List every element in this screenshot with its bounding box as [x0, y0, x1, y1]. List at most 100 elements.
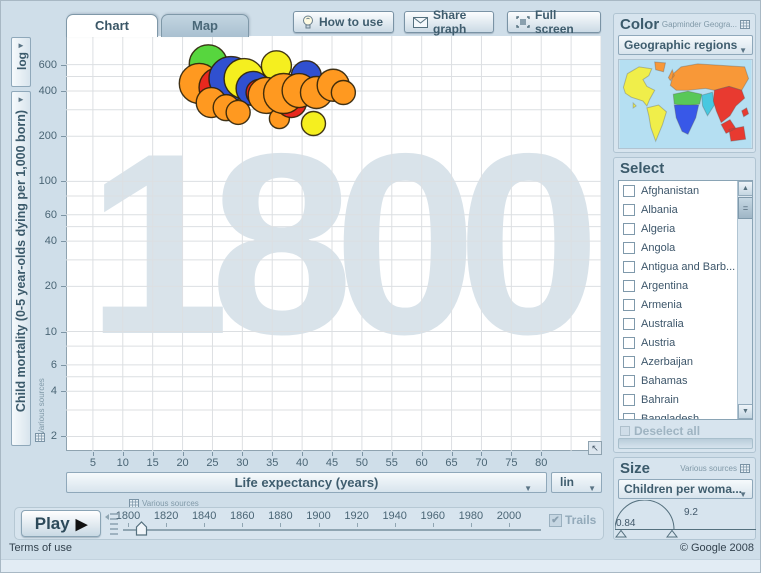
timeline-year-tick: [395, 523, 396, 527]
country-bubble[interactable]: [301, 112, 325, 136]
x-tick-mark: [511, 452, 512, 456]
map-north-africa-mideast: [673, 91, 701, 106]
x-tick-label: 70: [466, 457, 496, 469]
data-grid-icon[interactable]: [740, 20, 750, 29]
country-list-item[interactable]: Afghanistan: [619, 181, 752, 200]
x-tick-mark: [302, 452, 303, 456]
country-list-item[interactable]: Austria: [619, 333, 752, 352]
country-list-item[interactable]: Australia: [619, 314, 752, 333]
y-scale-dropdown[interactable]: ► log: [11, 37, 31, 87]
y-tick-label: 20: [31, 280, 57, 292]
bubble-chart[interactable]: [66, 36, 601, 451]
x-scale-dropdown[interactable]: lin ▼: [551, 472, 602, 493]
data-grid-icon[interactable]: [740, 464, 750, 473]
opacity-slider[interactable]: [618, 438, 753, 449]
timeline-thumb[interactable]: [135, 521, 148, 536]
country-checkbox[interactable]: [623, 356, 635, 368]
timeline-year-label[interactable]: 1980: [453, 510, 489, 522]
world-map-legend[interactable]: [618, 59, 753, 149]
x-tick-label: 15: [138, 457, 168, 469]
country-list[interactable]: AfghanistanAlbania Algeria AngolaAntigua a…: [618, 180, 753, 420]
country-list-item[interactable]: Antigua and Barb...: [619, 257, 752, 276]
country-list-item[interactable]: Bangladesh: [619, 409, 752, 420]
y-tick-mark: [61, 365, 66, 366]
timeline-year-label[interactable]: 2000: [491, 510, 527, 522]
scroll-up-icon[interactable]: ▲: [738, 181, 753, 196]
country-checkbox[interactable]: [623, 185, 635, 197]
y-tick-mark: [61, 436, 66, 437]
y-axis-indicator-dropdown[interactable]: ► Child mortality (0-5 year-olds dying p…: [11, 91, 31, 446]
country-list-scrollbar[interactable]: ▲ = ▼: [737, 181, 752, 419]
timeline-year-label[interactable]: 1840: [186, 510, 222, 522]
x-tick-mark: [541, 452, 542, 456]
country-checkbox[interactable]: [623, 337, 635, 349]
timeline-year-label[interactable]: 1960: [415, 510, 451, 522]
country-checkbox[interactable]: [623, 299, 635, 311]
size-indicator-dropdown[interactable]: Children per woma... ▼: [618, 479, 753, 499]
reset-zoom-icon[interactable]: ↖: [588, 441, 602, 455]
country-checkbox[interactable]: [623, 375, 635, 387]
tab-chart-label: Chart: [95, 18, 129, 33]
country-list-item[interactable]: Bahamas: [619, 371, 752, 390]
country-list-item[interactable]: Azerbaijan: [619, 352, 752, 371]
timeline-year-label[interactable]: 1820: [148, 510, 184, 522]
country-bubble[interactable]: [226, 100, 250, 124]
x-axis-indicator-dropdown[interactable]: Life expectancy (years) ▼: [66, 472, 547, 493]
share-graph-button[interactable]: Share graph: [404, 11, 494, 33]
y-tick-mark: [61, 286, 66, 287]
country-list-item[interactable]: Bahrain: [619, 390, 752, 409]
y-tick-mark: [61, 241, 66, 242]
dropdown-arrow-icon: ▼: [524, 479, 532, 498]
timeline-year-label[interactable]: 1860: [224, 510, 260, 522]
scrollbar-thumb[interactable]: =: [738, 197, 753, 219]
timeline-year-label[interactable]: 1920: [339, 510, 375, 522]
country-label: Algeria: [641, 223, 675, 235]
size-gauge[interactable]: 9.2 0.84: [615, 500, 756, 540]
timeline-year-label[interactable]: 1940: [377, 510, 413, 522]
country-label: Bahrain: [641, 394, 679, 406]
country-checkbox[interactable]: [623, 242, 635, 254]
terms-of-use-link[interactable]: Terms of use: [9, 542, 72, 554]
map-greenland: [655, 62, 666, 72]
timeline-year-tick: [357, 523, 358, 527]
country-checkbox[interactable]: [623, 394, 635, 406]
timeline-track[interactable]: [123, 529, 541, 531]
how-to-use-button[interactable]: How to use: [293, 11, 394, 33]
country-list-item[interactable]: Albania: [619, 200, 752, 219]
country-list-item[interactable]: Algeria: [619, 219, 752, 238]
country-checkbox[interactable]: [623, 261, 635, 273]
country-checkbox[interactable]: [623, 413, 635, 421]
country-bubble[interactable]: [331, 80, 355, 104]
scroll-down-icon[interactable]: ▼: [738, 404, 753, 419]
country-label: Bahamas: [641, 375, 687, 387]
timeline-year-label[interactable]: 1880: [262, 510, 298, 522]
color-indicator-dropdown[interactable]: Geographic regions ▼: [618, 35, 753, 55]
play-button[interactable]: Play ▶: [21, 510, 101, 537]
play-label: Play: [35, 514, 70, 534]
gauge-max-marker[interactable]: [667, 531, 677, 538]
gauge-min-marker[interactable]: [616, 531, 626, 538]
x-scale-value: lin: [560, 475, 574, 489]
tab-chart[interactable]: Chart: [66, 14, 158, 37]
y-tick-label: 2: [31, 430, 57, 442]
deselect-all-button[interactable]: Deselect all: [620, 424, 700, 438]
full-screen-button[interactable]: Full screen: [507, 11, 601, 33]
timeline-year-label[interactable]: 1800: [110, 510, 146, 522]
fullscreen-icon: [516, 16, 530, 28]
y-tick-mark: [61, 391, 66, 392]
country-checkbox[interactable]: [623, 318, 635, 330]
country-checkbox[interactable]: [623, 223, 635, 235]
country-list-item[interactable]: Armenia: [619, 295, 752, 314]
x-axis-title: Life expectancy (years): [235, 475, 379, 490]
map-europe-russia: [668, 64, 748, 90]
color-selected-value: Geographic regions: [624, 38, 737, 52]
country-list-item[interactable]: Angola: [619, 238, 752, 257]
trails-checkbox[interactable]: ✔ Trails: [549, 513, 596, 527]
country-list-item[interactable]: Argentina: [619, 276, 752, 295]
checkbox-checked-icon: ✔: [549, 514, 562, 527]
timeline-year-label[interactable]: 1900: [301, 510, 337, 522]
x-tick-mark: [332, 452, 333, 456]
tab-map[interactable]: Map: [161, 14, 249, 37]
country-checkbox[interactable]: [623, 204, 635, 216]
country-checkbox[interactable]: [623, 280, 635, 292]
